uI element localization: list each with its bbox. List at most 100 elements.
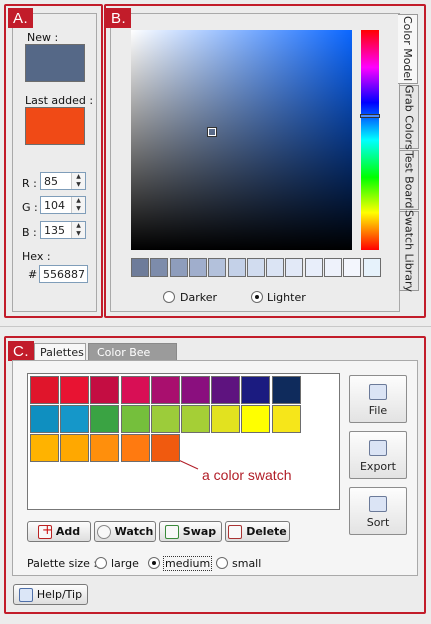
section-c-badge: C. — [8, 341, 34, 361]
palette-swatch[interactable] — [60, 405, 90, 433]
palette-swatch[interactable] — [120, 376, 150, 404]
shade-swatch[interactable] — [150, 258, 169, 277]
g-spinner[interactable]: 104 ▲ ▼ — [40, 196, 86, 214]
palette-swatch[interactable] — [271, 376, 301, 404]
sort-button[interactable]: Sort — [349, 487, 407, 535]
palette-swatch[interactable] — [181, 405, 210, 433]
hue-slider[interactable] — [360, 30, 380, 250]
last-added-label: Last added : — [25, 94, 94, 107]
section-a-badge: A. — [8, 8, 34, 28]
hex-input[interactable]: 556887 — [39, 265, 88, 283]
r-value: 85 — [44, 175, 58, 188]
tab-color-model[interactable]: Color Model — [398, 14, 418, 84]
darker-radio[interactable] — [163, 291, 175, 303]
palette-swatch[interactable] — [181, 376, 210, 404]
shade-swatch[interactable] — [131, 258, 149, 277]
shade-swatch[interactable] — [208, 258, 227, 277]
size-large-radio[interactable] — [95, 557, 107, 569]
b-label: B : — [22, 226, 37, 239]
r-spinner-arrows[interactable]: ▲ ▼ — [71, 173, 85, 189]
new-color-label: New : — [27, 31, 59, 44]
tab-test-board[interactable]: Test Board — [399, 150, 419, 210]
palette-swatch[interactable] — [271, 405, 301, 433]
delete-button[interactable]: Delete — [225, 521, 290, 542]
palette-swatch[interactable] — [120, 434, 150, 462]
lighter-label: Lighter — [267, 291, 306, 304]
darker-label: Darker — [180, 291, 218, 304]
swap-button[interactable]: Swap — [159, 521, 222, 542]
palette-swatch[interactable] — [211, 376, 241, 404]
section-divider — [0, 326, 431, 327]
tab-swatch-library[interactable]: Swatch Library — [399, 210, 419, 292]
palette-swatch[interactable] — [120, 405, 150, 433]
palette-swatch[interactable] — [30, 376, 59, 404]
shade-swatch[interactable] — [246, 258, 265, 277]
b-spinner-arrows[interactable]: ▲ ▼ — [71, 222, 85, 238]
delete-button-label: Delete — [246, 525, 287, 538]
swap-button-label: Swap — [182, 525, 217, 538]
g-label: G : — [22, 201, 38, 214]
palette-swatch[interactable] — [60, 376, 90, 404]
palette-swatch[interactable] — [241, 376, 271, 404]
palette-swatch[interactable] — [30, 405, 59, 433]
g-value: 104 — [44, 199, 65, 212]
sort-button-label: Sort — [366, 516, 390, 529]
shade-swatch[interactable] — [304, 258, 323, 277]
hex-label: Hex : — [22, 250, 51, 263]
palette-swatch[interactable] — [150, 405, 180, 433]
watch-button[interactable]: Watch — [94, 521, 156, 542]
palette-size-label: Palette size : — [27, 557, 98, 570]
help-tip-label: Help/Tip — [36, 588, 83, 601]
g-spinner-arrows[interactable]: ▲ ▼ — [71, 197, 85, 213]
hue-slider-handle[interactable] — [360, 114, 380, 118]
help-tip-button[interactable]: Help/Tip — [13, 584, 88, 605]
shade-swatch[interactable] — [343, 258, 362, 277]
file-icon — [369, 384, 387, 400]
size-medium-radio[interactable] — [148, 557, 160, 569]
color-picker-window: A. New : Last added : R : 85 ▲ ▼ G : 104 … — [0, 0, 431, 624]
callout-text: a color swatch — [202, 467, 292, 483]
tab-color-bee[interactable]: Color Bee no.1 — [88, 343, 177, 372]
help-icon — [18, 587, 33, 602]
lighter-radio[interactable] — [251, 291, 263, 303]
tab-palettes[interactable]: Palettes — [34, 343, 86, 361]
shade-swatch[interactable] — [188, 258, 207, 277]
b-value: 135 — [44, 224, 65, 237]
file-button[interactable]: File — [349, 375, 407, 423]
palette-swatch[interactable] — [150, 376, 180, 404]
palette-swatch[interactable] — [211, 405, 241, 433]
add-button[interactable]: + Add — [27, 521, 91, 542]
export-icon — [369, 440, 387, 456]
shade-swatch[interactable] — [169, 258, 188, 277]
add-button-label: Add — [55, 525, 81, 538]
size-large-label: large — [111, 557, 139, 570]
add-icon: + — [37, 523, 53, 539]
size-small-radio[interactable] — [216, 557, 228, 569]
saturation-value-field[interactable] — [131, 30, 352, 250]
tab-grab-colors[interactable]: Grab Colors — [399, 85, 419, 149]
size-small-label: small — [232, 557, 262, 570]
palette-swatch[interactable] — [90, 376, 120, 404]
r-label: R : — [22, 177, 37, 190]
palette-swatch[interactable] — [150, 434, 180, 462]
magnifier-icon — [96, 524, 111, 539]
new-color-preview — [25, 44, 85, 82]
hex-value: 556887 — [43, 268, 85, 281]
shade-swatch[interactable] — [324, 258, 342, 277]
shade-swatch[interactable] — [362, 258, 381, 277]
palette-swatch[interactable] — [30, 434, 59, 462]
palette-swatch[interactable] — [90, 405, 120, 433]
hex-hash: # — [28, 268, 38, 281]
shade-swatch[interactable] — [227, 258, 246, 277]
b-spinner[interactable]: 135 ▲ ▼ — [40, 221, 86, 239]
export-button[interactable]: Export — [349, 431, 407, 479]
sort-icon — [369, 496, 387, 512]
palette-swatch[interactable] — [60, 434, 90, 462]
r-spinner[interactable]: 85 ▲ ▼ — [40, 172, 86, 190]
palette-swatch[interactable] — [90, 434, 120, 462]
tab-test-board-label: Test Board — [402, 151, 416, 209]
shade-swatch[interactable] — [266, 258, 285, 277]
palette-swatch[interactable] — [241, 405, 271, 433]
shade-swatch[interactable] — [285, 258, 304, 277]
field-cursor[interactable] — [208, 128, 216, 136]
